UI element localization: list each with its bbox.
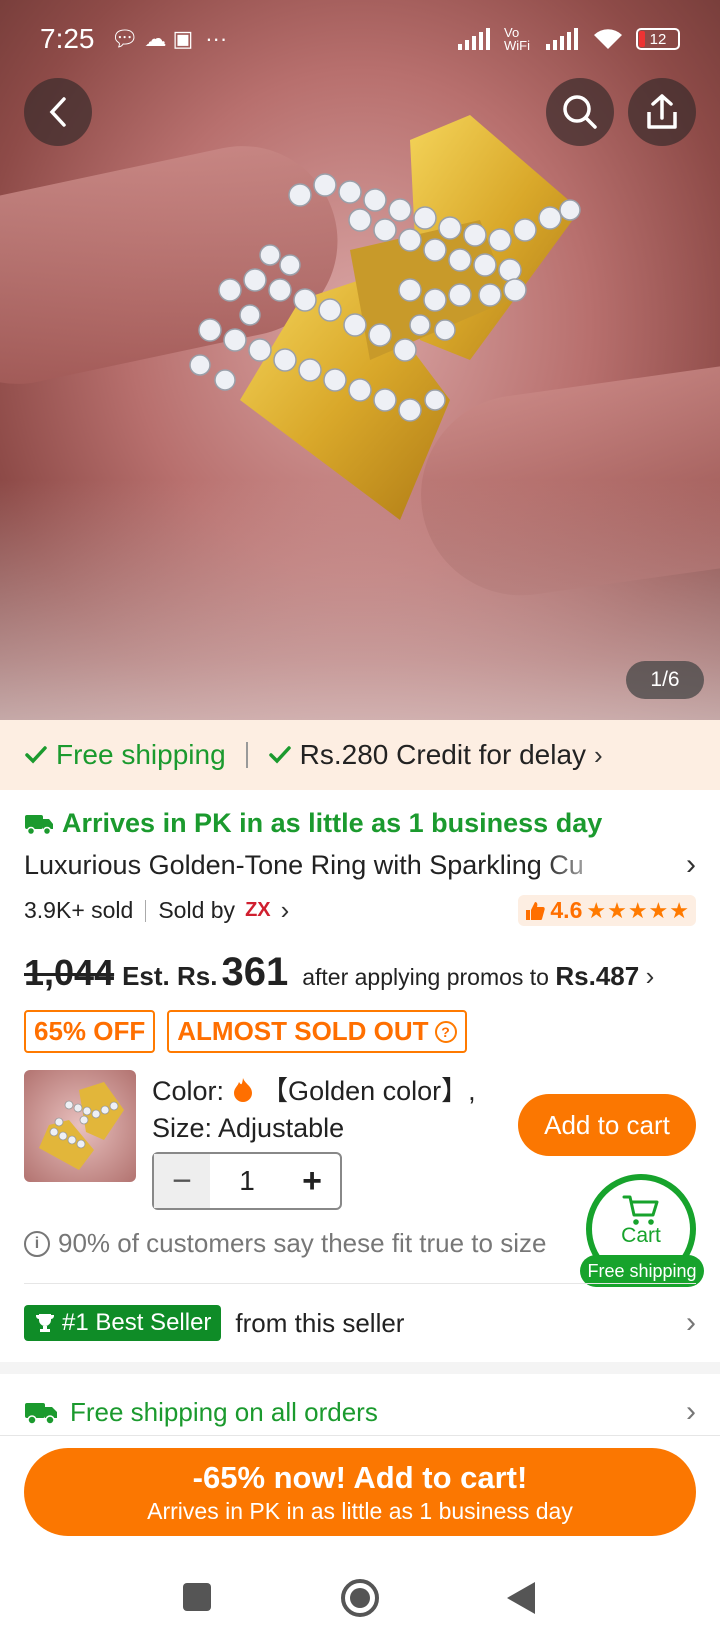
wifi-icon bbox=[594, 29, 622, 49]
sold-count: 3.9K+ sold bbox=[24, 897, 134, 923]
divider bbox=[0, 1435, 720, 1436]
product-title: Luxurious Golden-Tone Ring with Sparklin… bbox=[24, 849, 584, 880]
rating-stars: ★★★★★ bbox=[586, 897, 690, 923]
divider bbox=[24, 1283, 696, 1284]
free-shipping-row[interactable]: Free shipping on all orders › bbox=[24, 1392, 696, 1432]
chevron-left-icon bbox=[49, 97, 66, 127]
status-time: 7:25 bbox=[40, 23, 95, 54]
image-counter: 1/6 bbox=[626, 661, 704, 699]
credit-for-delay: Rs.280 Credit for delay › bbox=[268, 739, 603, 771]
divider bbox=[145, 899, 147, 922]
signal-icon bbox=[458, 28, 490, 50]
home-button[interactable] bbox=[340, 1578, 380, 1618]
more-notifications: ··· bbox=[205, 26, 228, 51]
rating-value: 4.6 bbox=[550, 897, 583, 923]
circle-icon bbox=[341, 1579, 379, 1617]
rating-badge[interactable]: 4.6 ★★★★★ bbox=[518, 895, 696, 926]
fire-icon bbox=[233, 1078, 252, 1102]
chat-icon: 💬︎ bbox=[110, 26, 145, 51]
network-label: Vo WiFi bbox=[504, 25, 530, 53]
promo-text: after applying promos to Rs.487 › bbox=[302, 961, 655, 991]
product-meta: 3.9K+ sold Sold by ZX › 4.6 ★★★★★ bbox=[24, 895, 696, 926]
back-nav-button[interactable] bbox=[505, 1580, 537, 1616]
sku-selection[interactable]: Color: 【Golden color】, Size: Adjustable bbox=[152, 1073, 476, 1147]
thumbs-up-icon bbox=[526, 901, 546, 920]
product-title-row[interactable]: Luxurious Golden-Tone Ring with Sparklin… bbox=[24, 848, 696, 882]
share-button[interactable] bbox=[628, 78, 696, 146]
check-icon bbox=[268, 746, 291, 764]
check-icon bbox=[25, 746, 47, 764]
chevron-right-icon[interactable]: › bbox=[281, 895, 290, 926]
search-icon bbox=[563, 95, 597, 129]
trophy-icon bbox=[36, 1314, 54, 1332]
chevron-right-icon: › bbox=[645, 961, 655, 991]
delivery-estimate: Arrives in PK in as little as 1 business… bbox=[24, 808, 602, 839]
best-seller-badge: #1 Best Seller bbox=[24, 1305, 222, 1341]
best-seller-text: from this seller bbox=[235, 1307, 405, 1338]
chevron-right-icon: › bbox=[594, 739, 603, 770]
sku-thumbnail[interactable] bbox=[24, 1070, 136, 1182]
add-to-cart-button[interactable]: Add to cart bbox=[518, 1094, 696, 1156]
cart-label: Cart bbox=[621, 1224, 661, 1247]
decrement-button[interactable]: − bbox=[154, 1154, 210, 1208]
chevron-right-icon: › bbox=[686, 1306, 696, 1339]
ring-thumbnail bbox=[39, 1082, 124, 1170]
free-shipping-label: Free shipping bbox=[24, 739, 226, 771]
bottom-add-to-cart-button[interactable]: -65% now! Add to cart! Arrives in PK in … bbox=[24, 1448, 696, 1536]
quantity-value[interactable]: 1 bbox=[210, 1165, 284, 1197]
search-button[interactable] bbox=[546, 78, 614, 146]
triangle-back-icon bbox=[507, 1582, 535, 1614]
seller-logo[interactable]: ZX bbox=[245, 899, 271, 922]
chevron-right-icon: › bbox=[686, 1395, 696, 1428]
shipping-strip[interactable]: Free shipping Rs.280 Credit for delay › bbox=[0, 720, 720, 790]
info-icon: i bbox=[24, 1230, 50, 1257]
sold-by-label: Sold by bbox=[158, 897, 236, 923]
stock-badge[interactable]: ALMOST SOLD OUT ? bbox=[167, 1010, 467, 1053]
cta-sub-text: Arrives in PK in as little as 1 business… bbox=[147, 1498, 573, 1524]
chevron-right-icon: › bbox=[686, 848, 696, 881]
signal-icon-2 bbox=[546, 28, 578, 50]
current-price: 361 bbox=[221, 950, 289, 994]
cloud-icon: ☁ bbox=[144, 26, 173, 51]
help-icon: ? bbox=[434, 1020, 457, 1043]
section-separator bbox=[0, 1362, 720, 1374]
back-button[interactable] bbox=[24, 78, 92, 146]
divider bbox=[245, 742, 248, 768]
original-price: 1,044 bbox=[24, 952, 115, 993]
best-seller-row[interactable]: #1 Best Seller from this seller › bbox=[24, 1303, 696, 1343]
cta-main-text: -65% now! Add to cart! bbox=[192, 1460, 528, 1495]
recents-button[interactable] bbox=[182, 1582, 212, 1612]
gamepad-icon: ▣ bbox=[172, 26, 200, 51]
badges: 65% OFF ALMOST SOLD OUT ? bbox=[24, 1010, 467, 1053]
ring-illustration bbox=[189, 115, 581, 520]
truck-icon bbox=[25, 814, 53, 835]
square-icon bbox=[183, 1583, 211, 1611]
quantity-stepper: − 1 + bbox=[152, 1152, 342, 1210]
est-label: Est. Rs. bbox=[122, 961, 218, 991]
increment-button[interactable]: + bbox=[284, 1154, 340, 1208]
size-line: Size: Adjustable bbox=[152, 1113, 345, 1143]
fit-info: i 90% of customers say these fit true to… bbox=[24, 1228, 546, 1259]
price-row[interactable]: 1,044 Est. Rs. 361 after applying promos… bbox=[24, 950, 704, 995]
battery-icon: 12 bbox=[636, 28, 680, 50]
cart-icon bbox=[622, 1195, 659, 1225]
notification-icons: 💬︎☁▣ bbox=[111, 26, 200, 52]
system-nav-bar bbox=[0, 1556, 720, 1640]
color-line: Color: 【Golden color】, bbox=[152, 1076, 476, 1106]
share-icon bbox=[647, 94, 677, 129]
status-bar: 7:25 💬︎☁▣ ··· Vo WiFi 12 bbox=[0, 0, 720, 78]
truck-icon bbox=[25, 1403, 57, 1425]
discount-badge: 65% OFF bbox=[24, 1010, 156, 1053]
